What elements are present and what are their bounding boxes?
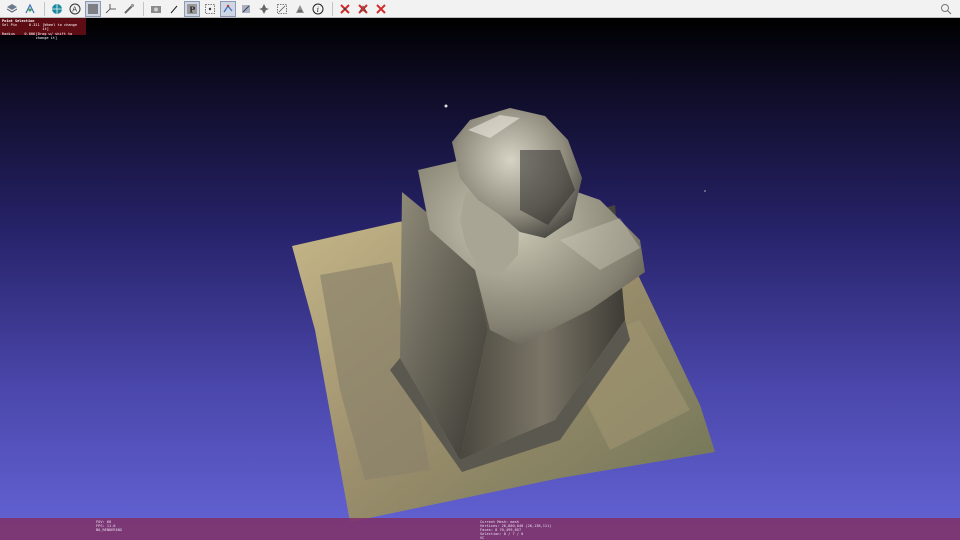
- delete-vertices-icon[interactable]: [337, 1, 353, 17]
- align-icon[interactable]: [22, 1, 38, 17]
- vc-text: VC: [480, 536, 485, 540]
- annotation-icon[interactable]: A: [67, 1, 83, 17]
- svg-text:i: i: [317, 6, 319, 14]
- info-value: 0.311: [28, 23, 40, 28]
- render-mode-icon[interactable]: [85, 0, 101, 17]
- paint-icon[interactable]: P: [184, 0, 200, 17]
- status-bar: FOV: 60 FPS: 11.0 BO_RENDERING Current M…: [0, 518, 960, 540]
- axis-icon[interactable]: [103, 1, 119, 17]
- info-key: Radius: [2, 31, 15, 36]
- svg-text:P: P: [189, 4, 195, 14]
- statue-mesh: [292, 104, 715, 522]
- render-stats: FOV: 60 FPS: 11.0 BO_RENDERING: [96, 520, 122, 532]
- layers-icon[interactable]: [4, 1, 20, 17]
- selection-info-panel: Point Selection Sel Pin 0.311 [Wheel to …: [0, 18, 86, 40]
- main-toolbar: A P i: [0, 0, 960, 18]
- toolbar-separator: [332, 1, 333, 16]
- info-key: Sel Pin: [2, 23, 18, 28]
- info-hint: [Drag w/ shift to change it]: [35, 31, 73, 40]
- delete-faces-icon[interactable]: [355, 1, 371, 17]
- globe-icon[interactable]: [49, 1, 65, 17]
- picking-icon[interactable]: [166, 1, 182, 17]
- info-value: 0.006: [24, 31, 36, 36]
- toolbar-separator: [143, 1, 144, 16]
- toolbar-separator: [44, 1, 45, 16]
- select-points-icon[interactable]: [202, 1, 218, 17]
- move-icon[interactable]: [238, 1, 254, 17]
- mesh-stats: Current Mesh: mesh Vertices: 26,800,040 …: [480, 520, 551, 540]
- connected-select-icon[interactable]: [274, 1, 290, 17]
- zscan-icon[interactable]: [292, 1, 308, 17]
- select-faces-icon[interactable]: [256, 1, 272, 17]
- info-icon[interactable]: i: [310, 1, 326, 17]
- svg-text:A: A: [72, 5, 77, 13]
- camera-icon[interactable]: [148, 1, 164, 17]
- info-row: Sel Pin 0.311 [Wheel to change it]: [2, 23, 84, 31]
- info-hint: [Wheel to change it]: [42, 23, 78, 32]
- render-mode-text: BO_RENDERING: [96, 528, 122, 532]
- info-row: Radius 0.006 [Drag w/ shift to change it…: [2, 32, 84, 40]
- measure-icon[interactable]: [121, 1, 137, 17]
- 3d-viewport[interactable]: [0, 18, 960, 540]
- select-vertices-icon[interactable]: [220, 0, 236, 17]
- delete-all-icon[interactable]: [373, 1, 389, 17]
- search-icon[interactable]: [938, 1, 954, 17]
